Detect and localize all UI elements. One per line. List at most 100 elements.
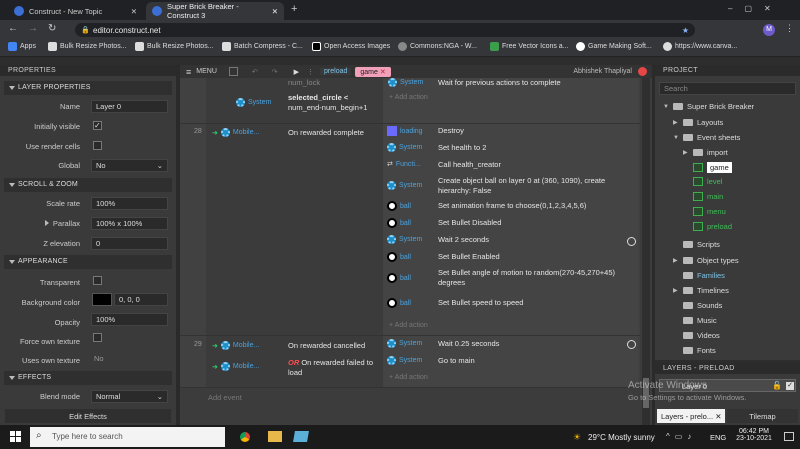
tree-item-import[interactable]: ▶ import	[683, 148, 728, 157]
tree-item-game[interactable]: game	[683, 162, 732, 173]
action-object[interactable]: System	[387, 143, 422, 152]
action-object[interactable]: ball	[387, 273, 411, 283]
transparent-checkbox[interactable]	[93, 276, 102, 285]
global-select[interactable]: No ⌄	[91, 159, 168, 172]
condition-object[interactable]: System	[236, 98, 271, 107]
event-row-28[interactable]: 28 ➜ Mobile... On rewarded complete loadi…	[180, 124, 640, 336]
weather-text[interactable]: 29°C Mostly sunny	[588, 433, 655, 442]
bookmark-apps[interactable]: Apps	[8, 42, 36, 51]
expand-arrow-icon[interactable]: ▶	[673, 119, 679, 126]
tab-super-brick-breaker[interactable]: Super Brick Breaker - Construct 3 ✕	[146, 2, 284, 20]
expand-icon[interactable]	[45, 220, 49, 226]
effects-section[interactable]: EFFECTS	[4, 371, 172, 385]
address-bar[interactable]: 🔒 editor.construct.net ★	[75, 23, 695, 37]
parallax-field[interactable]: 100% x 100%	[91, 217, 168, 230]
action-object[interactable]: System	[387, 235, 422, 244]
profile-avatar[interactable]: M	[763, 24, 775, 36]
notifications-icon[interactable]	[784, 432, 794, 441]
tree-item-videos[interactable]: Videos	[673, 331, 720, 340]
initially-visible-checkbox[interactable]: ✓	[93, 121, 102, 130]
language-indicator[interactable]: ENG	[710, 433, 726, 442]
tree-item-fonts[interactable]: Fonts	[673, 346, 716, 355]
bookmark-item[interactable]: Bulk Resize Photos...	[135, 42, 214, 51]
expand-arrow-icon[interactable]: ▼	[663, 104, 669, 110]
action-object[interactable]: System	[387, 356, 422, 365]
use-render-cells-checkbox[interactable]	[93, 141, 102, 150]
expand-arrow-icon[interactable]: ▶	[683, 149, 689, 156]
new-tab-icon[interactable]: +	[291, 3, 297, 15]
tree-item-object-types[interactable]: ▶ Object types	[673, 256, 739, 265]
opacity-field[interactable]: 100%	[91, 313, 168, 326]
tree-item-scripts[interactable]: Scripts	[673, 240, 720, 249]
action-object[interactable]: ball	[387, 201, 411, 211]
action-object[interactable]: System	[388, 78, 423, 87]
color-swatch[interactable]	[92, 293, 112, 306]
tree-item-timelines[interactable]: ▶ Timelines	[673, 286, 729, 295]
tree-item-main[interactable]: main	[683, 192, 723, 201]
close-icon[interactable]: ✕	[715, 412, 721, 421]
window-controls[interactable]: –▢✕	[728, 4, 783, 13]
forward-icon[interactable]: →	[28, 23, 38, 34]
condition-object[interactable]: ➜ Mobile...	[212, 341, 259, 350]
clock[interactable]: 06:42 PM 23-10-2021	[734, 428, 774, 442]
tree-item-families[interactable]: Families	[673, 271, 725, 280]
project-search-input[interactable]: Search	[659, 82, 796, 95]
event-action-block[interactable]: System Wait 0.25 seconds System Go to main +…	[383, 336, 638, 387]
appearance-section[interactable]: APPEARANCE	[4, 255, 172, 269]
event-sheet-scrollbar[interactable]	[642, 78, 650, 425]
tree-item-level[interactable]: level	[683, 177, 722, 186]
visible-checkbox[interactable]: ✓	[786, 382, 794, 390]
tab-preload[interactable]: preload	[320, 68, 352, 75]
event-action-block[interactable]: System Wait for previous actions to comp…	[383, 78, 638, 123]
redo-icon[interactable]: ↷	[272, 68, 278, 76]
back-icon[interactable]: ←	[8, 23, 18, 34]
bookmark-item[interactable]: Commons:NGA - W...	[398, 42, 477, 51]
user-avatar[interactable]	[638, 67, 647, 76]
action-object[interactable]: loading	[387, 126, 423, 136]
expand-arrow-icon[interactable]: ▼	[673, 135, 679, 141]
edit-effects-button[interactable]: Edit Effects	[5, 409, 171, 423]
add-action-link[interactable]: + Add action	[389, 94, 428, 101]
add-action-link[interactable]: + Add action	[389, 322, 428, 329]
play-icon[interactable]: ▶	[294, 68, 299, 76]
menu-dots-icon[interactable]: ⋮	[785, 23, 794, 34]
event-condition-block[interactable]: ➜ Mobile... On rewarded complete	[206, 124, 384, 335]
save-icon[interactable]	[228, 67, 238, 76]
close-icon[interactable]: ✕	[131, 7, 137, 16]
event-action-block[interactable]: loading Destroy System Set health to 2 ⇄ Func…	[383, 124, 638, 335]
tree-item-music[interactable]: Music	[673, 316, 717, 325]
bookmark-item[interactable]: https://www.canva...	[663, 42, 737, 51]
bookmark-item[interactable]: Open Access Images	[312, 42, 390, 51]
scale-rate-field[interactable]: 100%	[91, 197, 168, 210]
undo-icon[interactable]: ↶	[252, 68, 258, 76]
chrome-taskbar-icon[interactable]	[238, 430, 252, 444]
condition-object[interactable]: ➜ Mobile...	[212, 362, 259, 371]
tree-item-preload[interactable]: preload	[683, 222, 732, 231]
layer-properties-section[interactable]: LAYER PROPERTIES	[4, 81, 172, 95]
tray-icons[interactable]: ^▭♪	[666, 432, 696, 441]
lock-icon[interactable]: 🔓	[772, 381, 782, 390]
background-color-field[interactable]: 0, 0, 0	[114, 293, 168, 306]
windows-start-icon[interactable]	[10, 431, 22, 443]
tab-tilemap[interactable]: Tilemap	[727, 409, 798, 423]
bookmark-item[interactable]: Batch Compress - C...	[222, 42, 303, 51]
force-own-texture-checkbox[interactable]	[93, 333, 102, 342]
hamburger-icon[interactable]: ≡	[186, 67, 191, 77]
action-object[interactable]: ball	[387, 298, 411, 308]
bookmark-item[interactable]: Game Making Soft...	[576, 42, 652, 51]
z-elevation-field[interactable]: 0	[91, 237, 168, 250]
file-explorer-icon[interactable]	[268, 431, 282, 442]
event-row-29[interactable]: 29 ➜ Mobile... On rewarded cancelled ➜ Mob…	[180, 336, 640, 388]
blend-mode-select[interactable]: Normal ⌄	[91, 390, 168, 403]
action-object[interactable]: ⇄ Functi...	[387, 160, 421, 169]
expand-arrow-icon[interactable]: ▶	[673, 287, 679, 294]
name-field[interactable]: Layer 0	[91, 100, 168, 113]
expand-arrow-icon[interactable]: ▶	[673, 257, 679, 264]
tab-construct-new-topic[interactable]: Construct - New Topic ✕	[8, 2, 143, 20]
bookmark-item[interactable]: Free Vector Icons a...	[490, 42, 569, 51]
tree-item-event-sheets[interactable]: ▼ Event sheets	[673, 133, 740, 142]
tree-item-sounds[interactable]: Sounds	[673, 301, 722, 310]
tree-item-layouts[interactable]: ▶ Layouts	[673, 118, 723, 127]
project-root[interactable]: ▼ Super Brick Breaker	[663, 102, 754, 111]
scroll-zoom-section[interactable]: SCROLL & ZOOM	[4, 178, 172, 192]
